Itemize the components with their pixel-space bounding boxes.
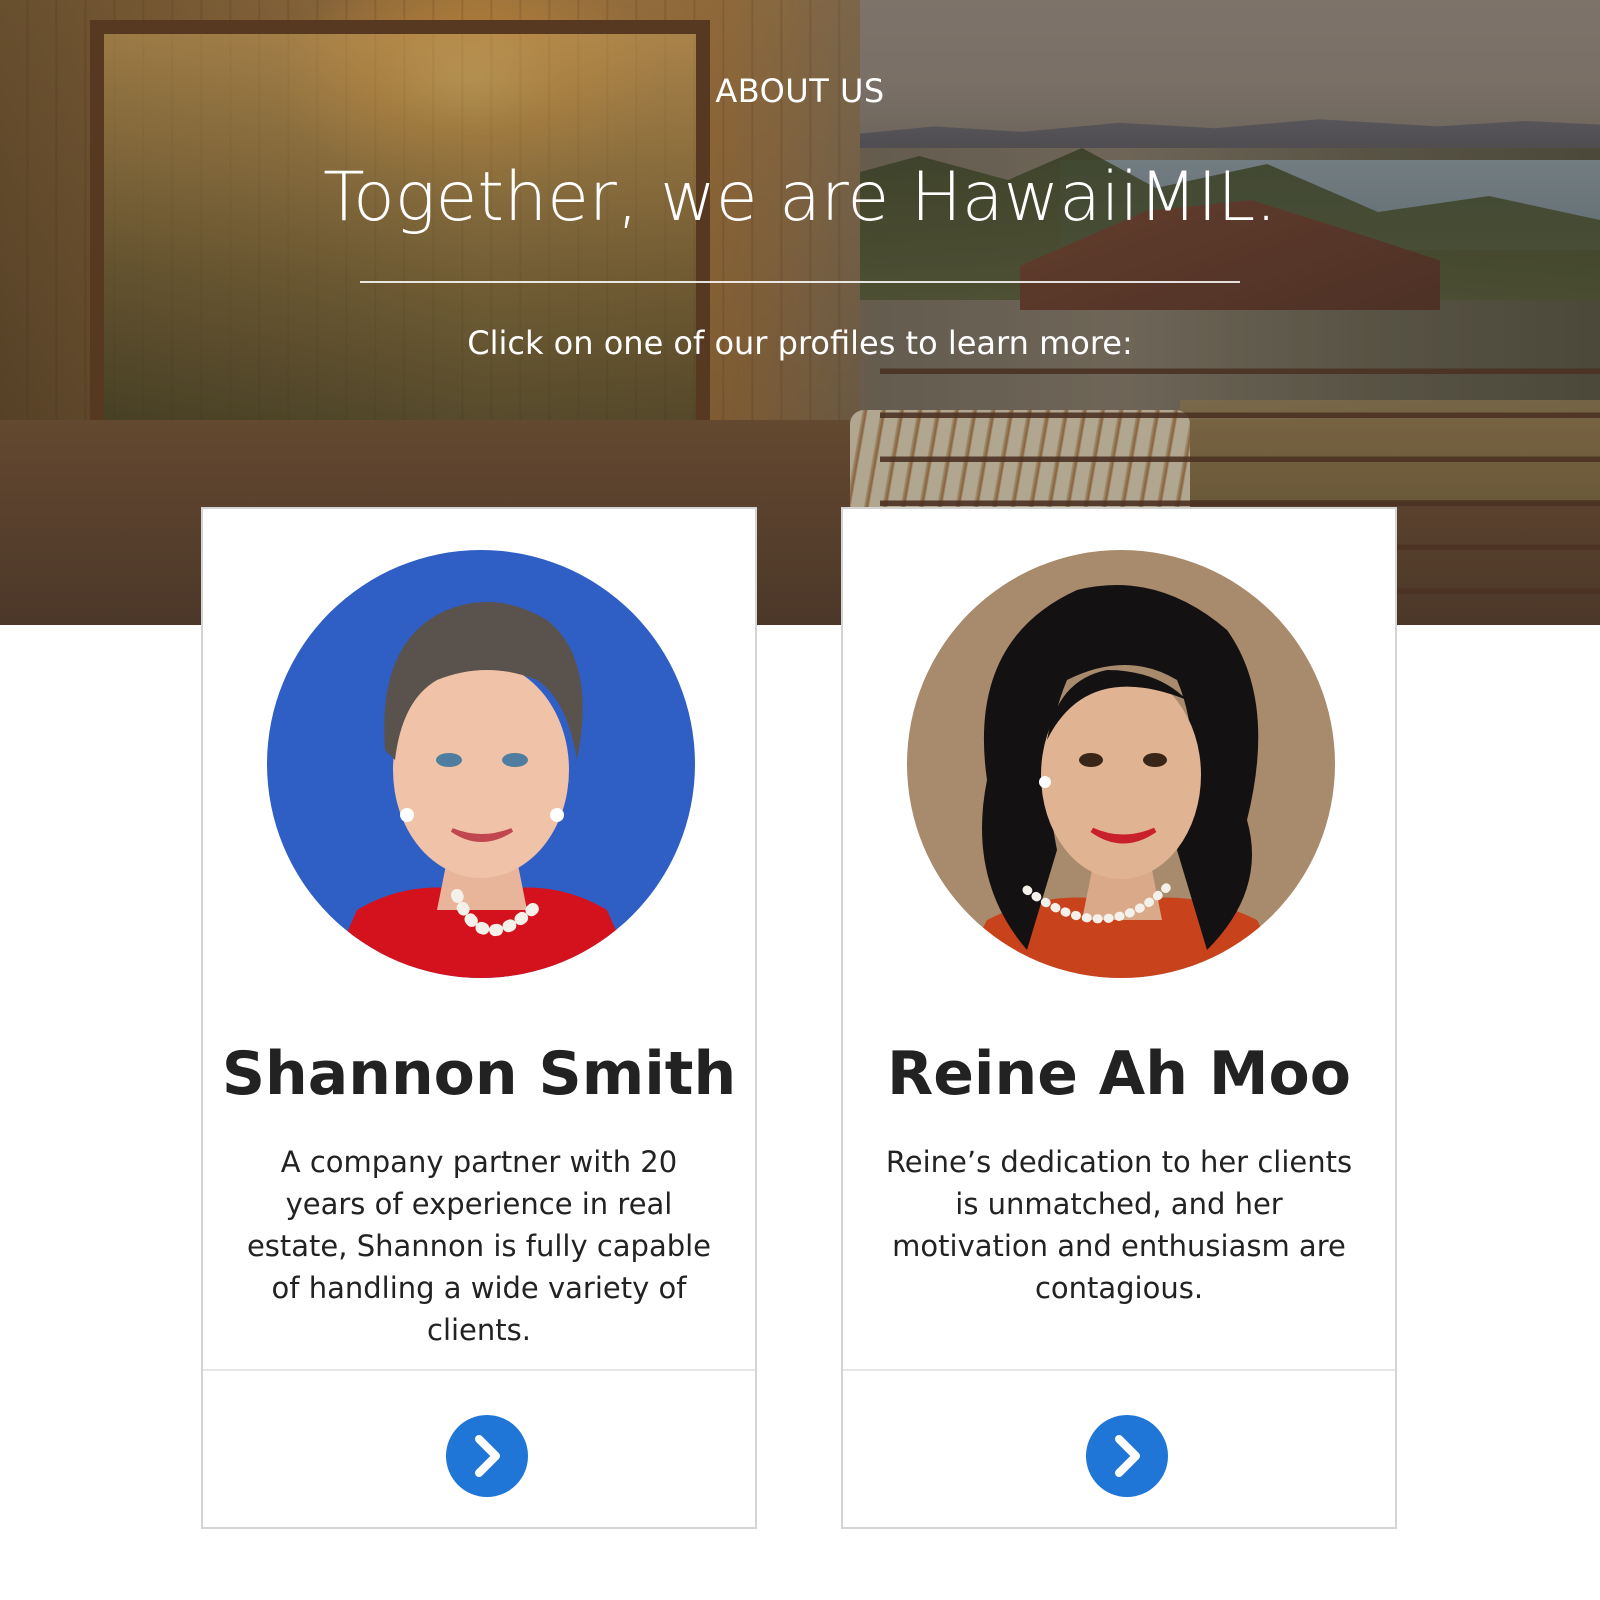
- profile-photo: [267, 550, 695, 978]
- profile-card-shannon-smith[interactable]: Shannon Smith A company partner with 20 …: [201, 507, 757, 1529]
- photo-eye-right: [502, 753, 528, 767]
- chevron-right-icon: [1115, 1435, 1140, 1477]
- profile-name: Shannon Smith: [221, 1039, 737, 1109]
- profile-card-reine-ah-moo[interactable]: Reine Ah Moo Reine’s dedication to her c…: [841, 507, 1397, 1529]
- photo-earring-left: [400, 808, 414, 822]
- photo-earring: [1039, 776, 1051, 788]
- section-subtitle: Click on one of our profiles to learn mo…: [467, 324, 1133, 362]
- chevron-right-icon: [475, 1435, 500, 1477]
- photo-eye-left: [1079, 753, 1103, 767]
- photo-eye-right: [1143, 753, 1167, 767]
- card-divider: [843, 1369, 1395, 1371]
- avatar: [907, 550, 1335, 978]
- photo-earring-right: [550, 808, 564, 822]
- profile-name: Reine Ah Moo: [887, 1039, 1351, 1109]
- page-title: Together, we are HawaiiMIL.: [323, 158, 1277, 237]
- card-divider: [203, 1369, 755, 1371]
- view-profile-button[interactable]: [446, 1415, 528, 1497]
- title-divider: [360, 281, 1240, 283]
- about-page: ABOUT US Together, we are HawaiiMIL. Cli…: [0, 0, 1600, 1600]
- photo-eye-left: [436, 753, 462, 767]
- avatar: [267, 550, 695, 978]
- profile-bio: Reine’s dedication to her clients is unm…: [885, 1145, 1353, 1305]
- profile-bio: A company partner with 20 years of exper…: [246, 1145, 712, 1347]
- view-profile-button[interactable]: [1086, 1415, 1168, 1497]
- profile-photo: [907, 550, 1335, 978]
- section-eyebrow: ABOUT US: [715, 72, 885, 110]
